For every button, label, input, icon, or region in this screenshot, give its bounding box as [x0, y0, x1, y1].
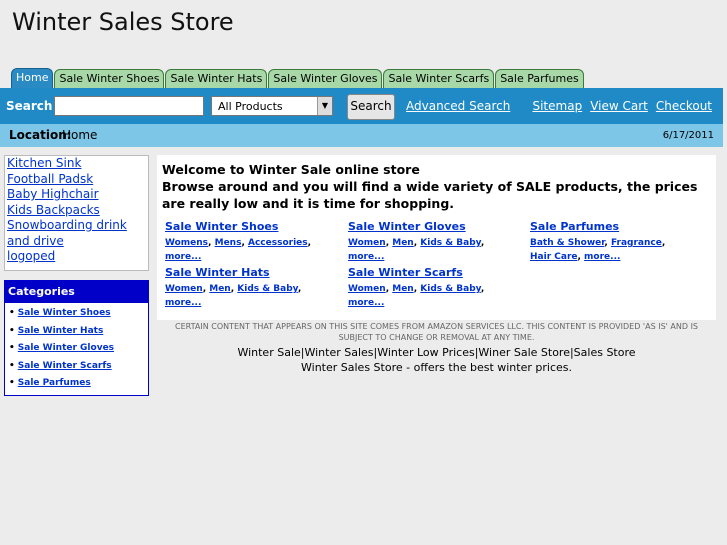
site-title: Winter Sales Store: [12, 8, 234, 36]
group-link[interactable]: Kids & Baby: [237, 284, 298, 294]
group-link[interactable]: Men: [392, 238, 413, 248]
main-content: Welcome to Winter Sale online store Brow…: [157, 155, 716, 320]
categories-title: Categories: [5, 281, 148, 303]
group-link[interactable]: Bath & Shower: [530, 238, 604, 248]
product-group: Sale Winter Scarfs Women, Men, Kids & Ba…: [348, 266, 518, 310]
left-link-kids-backpacks[interactable]: Kids Backpacks: [5, 203, 148, 219]
product-group-title[interactable]: Sale Winter Shoes: [165, 220, 335, 233]
welcome-heading: Welcome to Winter Sale online store: [162, 162, 420, 177]
header-links: Sitemap View Cart Checkout: [532, 99, 712, 113]
nav-tabs: Home Sale Winter Shoes Sale Winter Hats …: [11, 68, 585, 88]
footer-tagline: Winter Sales Store - offers the best win…: [301, 361, 572, 374]
group-link-more[interactable]: more...: [348, 252, 384, 262]
location-bar: Location: Home 6/17/2011: [0, 124, 723, 147]
group-link[interactable]: Women: [348, 284, 386, 294]
group-link[interactable]: Womens: [165, 238, 208, 248]
category-select-value: All Products: [218, 100, 283, 113]
left-link-kitchen-sink[interactable]: Kitchen Sink: [5, 156, 148, 172]
search-label: Search: [6, 99, 53, 113]
footer-keywords: Winter Sale|Winter Sales|Winter Low Pric…: [237, 346, 636, 359]
left-link-baby-highchair[interactable]: Baby Highchair: [5, 187, 148, 203]
group-link[interactable]: Men: [209, 284, 230, 294]
search-input[interactable]: [54, 96, 204, 116]
category-link-scarfs[interactable]: Sale Winter Scarfs: [18, 361, 112, 371]
search-bar: Search All Products ▼ Search Advanced Se…: [0, 88, 723, 124]
product-group: Sale Winter Gloves Women, Men, Kids & Ba…: [348, 220, 518, 264]
tab-sale-winter-gloves[interactable]: Sale Winter Gloves: [268, 69, 383, 88]
tab-sale-winter-shoes[interactable]: Sale Winter Shoes: [54, 69, 165, 88]
tab-sale-winter-hats[interactable]: Sale Winter Hats: [165, 69, 268, 88]
category-item: • Sale Winter Gloves: [9, 343, 115, 353]
tab-sale-winter-scarfs[interactable]: Sale Winter Scarfs: [383, 69, 495, 88]
left-links-box: Kitchen Sink Football Padsk Baby Highcha…: [4, 155, 149, 271]
category-item: • Sale Winter Hats: [9, 325, 104, 336]
group-link[interactable]: Hair Care: [530, 252, 577, 262]
category-item: • Sale Winter Shoes: [9, 308, 111, 318]
product-group: Sale Winter Shoes Womens, Mens, Accessor…: [165, 220, 335, 264]
group-link-more[interactable]: more...: [165, 298, 201, 308]
group-link[interactable]: Kids & Baby: [420, 284, 481, 294]
category-item: • Sale Parfumes: [9, 378, 91, 388]
categories-box: Categories • Sale Winter Shoes • Sale Wint…: [4, 280, 149, 396]
view-cart-link[interactable]: View Cart: [590, 99, 648, 113]
amazon-disclaimer: CERTAIN CONTENT THAT APPEARS ON THIS SIT…: [175, 322, 698, 342]
group-link-more[interactable]: more...: [165, 252, 201, 262]
sitemap-link[interactable]: Sitemap: [532, 99, 582, 113]
category-select[interactable]: All Products ▼: [211, 96, 333, 116]
product-group-title[interactable]: Sale Winter Hats: [165, 266, 335, 279]
product-group-title[interactable]: Sale Winter Scarfs: [348, 266, 518, 279]
tab-sale-parfumes[interactable]: Sale Parfumes: [495, 69, 584, 88]
category-item: • Sale Winter Scarfs: [9, 360, 112, 371]
category-link-shoes[interactable]: Sale Winter Shoes: [18, 308, 111, 318]
group-link-more[interactable]: more...: [348, 298, 384, 308]
left-link-snowboarding[interactable]: Snowboarding drink and drive: [5, 218, 148, 249]
group-link[interactable]: Kids & Baby: [420, 238, 481, 248]
tab-home[interactable]: Home: [11, 68, 54, 88]
current-date: 6/17/2011: [662, 130, 714, 141]
group-link[interactable]: Mens: [215, 238, 242, 248]
category-link-parfumes[interactable]: Sale Parfumes: [18, 378, 91, 388]
group-link[interactable]: Women: [165, 284, 203, 294]
group-link[interactable]: Women: [348, 238, 386, 248]
advanced-search-link[interactable]: Advanced Search: [406, 99, 510, 113]
chevron-down-icon: ▼: [317, 97, 332, 115]
left-link-logoped[interactable]: logoped: [5, 249, 148, 265]
product-group: Sale Parfumes Bath & Shower, Fragrance, …: [530, 220, 680, 264]
group-link[interactable]: Fragrance: [611, 238, 662, 248]
group-link-more[interactable]: more...: [584, 252, 620, 262]
group-link[interactable]: Accessories: [248, 238, 308, 248]
product-group-title[interactable]: Sale Winter Gloves: [348, 220, 518, 233]
category-link-gloves[interactable]: Sale Winter Gloves: [18, 343, 114, 353]
left-link-football-padsk[interactable]: Football Padsk: [5, 172, 148, 188]
product-group-title[interactable]: Sale Parfumes: [530, 220, 680, 233]
product-group: Sale Winter Hats Women, Men, Kids & Baby…: [165, 266, 335, 310]
checkout-link[interactable]: Checkout: [656, 99, 712, 113]
location-value: Home: [62, 128, 98, 142]
category-link-hats[interactable]: Sale Winter Hats: [18, 326, 104, 336]
welcome-intro: Browse around and you will find a wide v…: [162, 179, 698, 211]
group-link[interactable]: Men: [392, 284, 413, 294]
footer-text: Winter Sale|Winter Sales|Winter Low Pric…: [157, 345, 716, 375]
search-button[interactable]: Search: [347, 94, 395, 120]
welcome-text: Welcome to Winter Sale online store Brow…: [162, 161, 707, 212]
